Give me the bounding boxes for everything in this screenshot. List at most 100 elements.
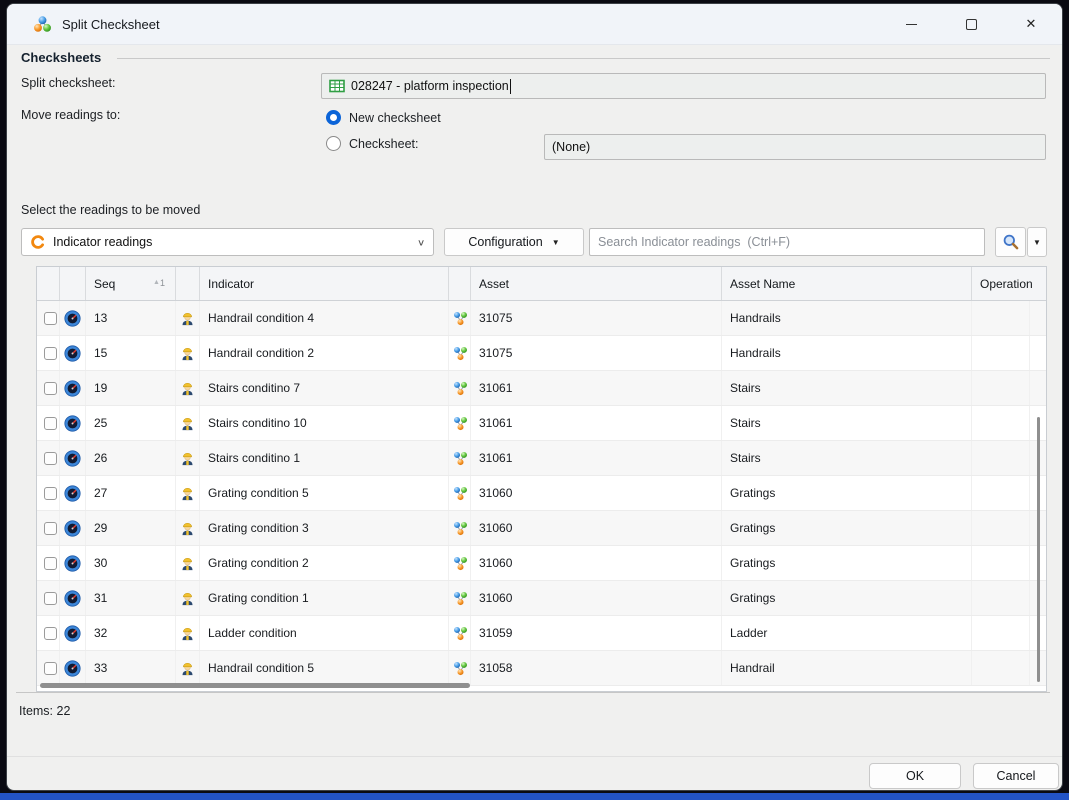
person-hardhat-icon	[180, 311, 195, 326]
close-button[interactable]: ✕	[1008, 8, 1054, 40]
radio-selected-icon	[326, 110, 341, 125]
row-checkbox[interactable]	[44, 487, 57, 500]
row-checkbox[interactable]	[44, 452, 57, 465]
gauge-icon	[64, 345, 81, 362]
checkbox-cell	[37, 371, 60, 405]
split-checksheet-value: 028247 - platform inspection	[351, 79, 509, 93]
table-row[interactable]: 15 Handrail condition 2 31075 Handrails	[37, 336, 1046, 371]
row-checkbox[interactable]	[44, 557, 57, 570]
person-icon-cell	[176, 581, 200, 615]
header-asset-name[interactable]: Asset Name	[722, 267, 972, 300]
text-caret	[510, 79, 511, 94]
table-row[interactable]: 32 Ladder condition 31059 Ladder	[37, 616, 1046, 651]
row-checkbox[interactable]	[44, 662, 57, 675]
seq-cell: 25	[86, 406, 176, 440]
operation-cell	[972, 651, 1030, 685]
panel-divider	[16, 692, 1050, 693]
asset-name-cell: Stairs	[722, 406, 972, 440]
table-row[interactable]: 13 Handrail condition 4 31075 Handrails	[37, 301, 1046, 336]
row-checkbox[interactable]	[44, 417, 57, 430]
header-operation[interactable]: Operation	[972, 267, 1046, 300]
seq-cell: 33	[86, 651, 176, 685]
reading-icon-cell	[60, 476, 86, 510]
cancel-button[interactable]: Cancel	[973, 763, 1059, 789]
table-row[interactable]: 27 Grating condition 5 31060 Gratings	[37, 476, 1046, 511]
indicator-cell: Grating condition 1	[200, 581, 449, 615]
maximize-button[interactable]	[948, 8, 994, 40]
row-checkbox[interactable]	[44, 522, 57, 535]
group-divider	[117, 58, 1050, 59]
dropdown-arrow-icon: ▼	[552, 238, 560, 247]
search-button[interactable]	[995, 227, 1026, 257]
reading-icon-cell	[60, 301, 86, 335]
table-header: Seq ▲ 1 Indicator Asset Asset Name Opera…	[37, 267, 1046, 301]
table-row[interactable]: 31 Grating condition 1 31060 Gratings	[37, 581, 1046, 616]
checkbox-cell	[37, 581, 60, 615]
person-icon-cell	[176, 441, 200, 475]
person-hardhat-icon	[180, 381, 195, 396]
gauge-icon	[64, 310, 81, 327]
gauge-icon	[64, 555, 81, 572]
seq-cell: 29	[86, 511, 176, 545]
row-checkbox[interactable]	[44, 312, 57, 325]
checkbox-cell	[37, 651, 60, 685]
person-hardhat-icon	[180, 451, 195, 466]
table-row[interactable]: 19 Stairs conditino 7 31061 Stairs	[37, 371, 1046, 406]
ok-button[interactable]: OK	[869, 763, 961, 789]
table-row[interactable]: 29 Grating condition 3 31060 Gratings	[37, 511, 1046, 546]
radio-new-checksheet[interactable]: New checksheet	[326, 110, 441, 125]
asset-cluster-icon	[453, 556, 468, 571]
reading-type-value: Indicator readings	[53, 235, 417, 249]
search-input[interactable]	[589, 228, 985, 256]
radio-existing-checksheet-label: Checksheet:	[349, 137, 418, 151]
reading-icon-cell	[60, 336, 86, 370]
header-asset[interactable]: Asset	[471, 267, 722, 300]
asset-name-cell: Gratings	[722, 511, 972, 545]
horizontal-scrollbar[interactable]	[40, 683, 470, 688]
asset-cluster-icon	[453, 381, 468, 396]
row-checkbox[interactable]	[44, 382, 57, 395]
person-icon-cell	[176, 476, 200, 510]
window-title: Split Checksheet	[62, 17, 160, 32]
radio-new-checksheet-label: New checksheet	[349, 111, 441, 125]
chevron-down-icon: ∨	[417, 237, 425, 247]
operation-cell	[972, 336, 1030, 370]
vertical-scrollbar[interactable]	[1037, 417, 1040, 682]
configuration-button[interactable]: Configuration ▼	[444, 228, 584, 256]
reading-type-combobox[interactable]: Indicator readings ∨	[21, 228, 434, 256]
indicator-cell: Handrail condition 5	[200, 651, 449, 685]
table-row[interactable]: 26 Stairs conditino 1 31061 Stairs	[37, 441, 1046, 476]
search-options-button[interactable]: ▼	[1027, 227, 1047, 257]
row-checkbox[interactable]	[44, 592, 57, 605]
reading-icon-cell	[60, 651, 86, 685]
indicator-cell: Stairs conditino 1	[200, 441, 449, 475]
existing-checksheet-field: (None)	[544, 134, 1046, 160]
operation-cell	[972, 301, 1030, 335]
header-seq[interactable]: Seq ▲ 1	[86, 267, 176, 300]
person-icon-cell	[176, 546, 200, 580]
checkbox-cell	[37, 476, 60, 510]
header-person-icon-column	[176, 267, 200, 300]
asset-icon-cell	[449, 371, 471, 405]
header-checkbox-column	[37, 267, 60, 300]
asset-icon-cell	[449, 581, 471, 615]
row-checkbox[interactable]	[44, 627, 57, 640]
table-row[interactable]: 30 Grating condition 2 31060 Gratings	[37, 546, 1046, 581]
row-checkbox[interactable]	[44, 347, 57, 360]
header-indicator[interactable]: Indicator	[200, 267, 449, 300]
footer-divider	[7, 756, 1062, 757]
minimize-button[interactable]	[888, 8, 934, 40]
asset-cell: 31058	[471, 651, 722, 685]
close-icon: ✕	[1026, 16, 1037, 32]
radio-existing-checksheet[interactable]: Checksheet:	[326, 136, 418, 151]
readings-table-body: 13 Handrail condition 4 31075 Handrails	[37, 301, 1046, 686]
asset-cell: 31060	[471, 581, 722, 615]
checkbox-cell	[37, 546, 60, 580]
radio-unselected-icon	[326, 136, 341, 151]
title-bar[interactable]: Split Checksheet ✕	[7, 4, 1062, 45]
split-checksheet-field[interactable]: 028247 - platform inspection	[321, 73, 1046, 99]
gauge-icon	[64, 520, 81, 537]
table-row[interactable]: 25 Stairs conditino 10 31061 Stairs	[37, 406, 1046, 441]
table-row[interactable]: 33 Handrail condition 5 31058 Handrail	[37, 651, 1046, 686]
asset-cluster-icon	[453, 451, 468, 466]
